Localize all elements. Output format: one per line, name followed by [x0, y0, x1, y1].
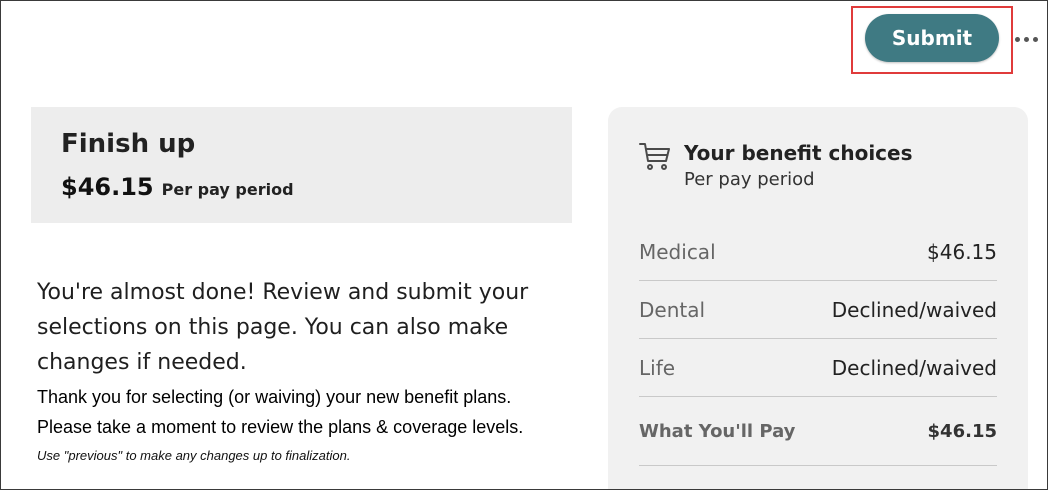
choice-value: Declined/waived [831, 355, 997, 380]
hint-text: Use "previous" to make any changes up to… [37, 448, 351, 463]
finish-amount-line: $46.15 Per pay period [61, 173, 294, 201]
choice-row-dental: Dental Declined/waived [639, 281, 997, 339]
choices-list: Medical $46.15 Dental Declined/waived Li… [639, 223, 997, 466]
note-text-1: Thank you for selecting (or waiving) you… [37, 387, 512, 407]
finish-amount: $46.15 [61, 173, 154, 201]
choice-row-life: Life Declined/waived [639, 339, 997, 397]
choices-subtitle: Per pay period [684, 169, 815, 190]
total-label: What You'll Pay [639, 420, 796, 442]
finish-up-title: Finish up [61, 129, 196, 159]
benefit-choices-card: Your benefit choices Per pay period Medi… [608, 107, 1028, 489]
choices-title: Your benefit choices [684, 141, 913, 165]
more-dot [1033, 36, 1038, 42]
choice-value: Declined/waived [831, 297, 997, 322]
choice-row-medical: Medical $46.15 [639, 223, 997, 281]
total-value: $46.15 [927, 420, 997, 442]
more-dot [1015, 36, 1020, 42]
instructions: You're almost done! Review and submit yo… [37, 275, 577, 463]
finish-per-period: Per pay period [161, 180, 294, 199]
note-text-2: Please take a moment to review the plans… [37, 417, 524, 437]
page-frame: Submit Finish up $46.15 Per pay period Y… [0, 0, 1048, 490]
more-dot [1024, 36, 1029, 42]
total-row: What You'll Pay $46.15 [639, 397, 997, 466]
finish-up-card: Finish up $46.15 Per pay period [31, 107, 572, 223]
choice-label: Medical [639, 239, 716, 264]
submit-button[interactable]: Submit [865, 14, 999, 62]
more-horizontal-icon[interactable] [1015, 31, 1045, 47]
top-bar: Submit [1, 1, 1047, 91]
choice-label: Dental [639, 297, 706, 322]
choice-value: $46.15 [927, 239, 997, 264]
cart-icon [639, 143, 670, 170]
choice-label: Life [639, 355, 676, 380]
intro-text: You're almost done! Review and submit yo… [37, 280, 529, 375]
